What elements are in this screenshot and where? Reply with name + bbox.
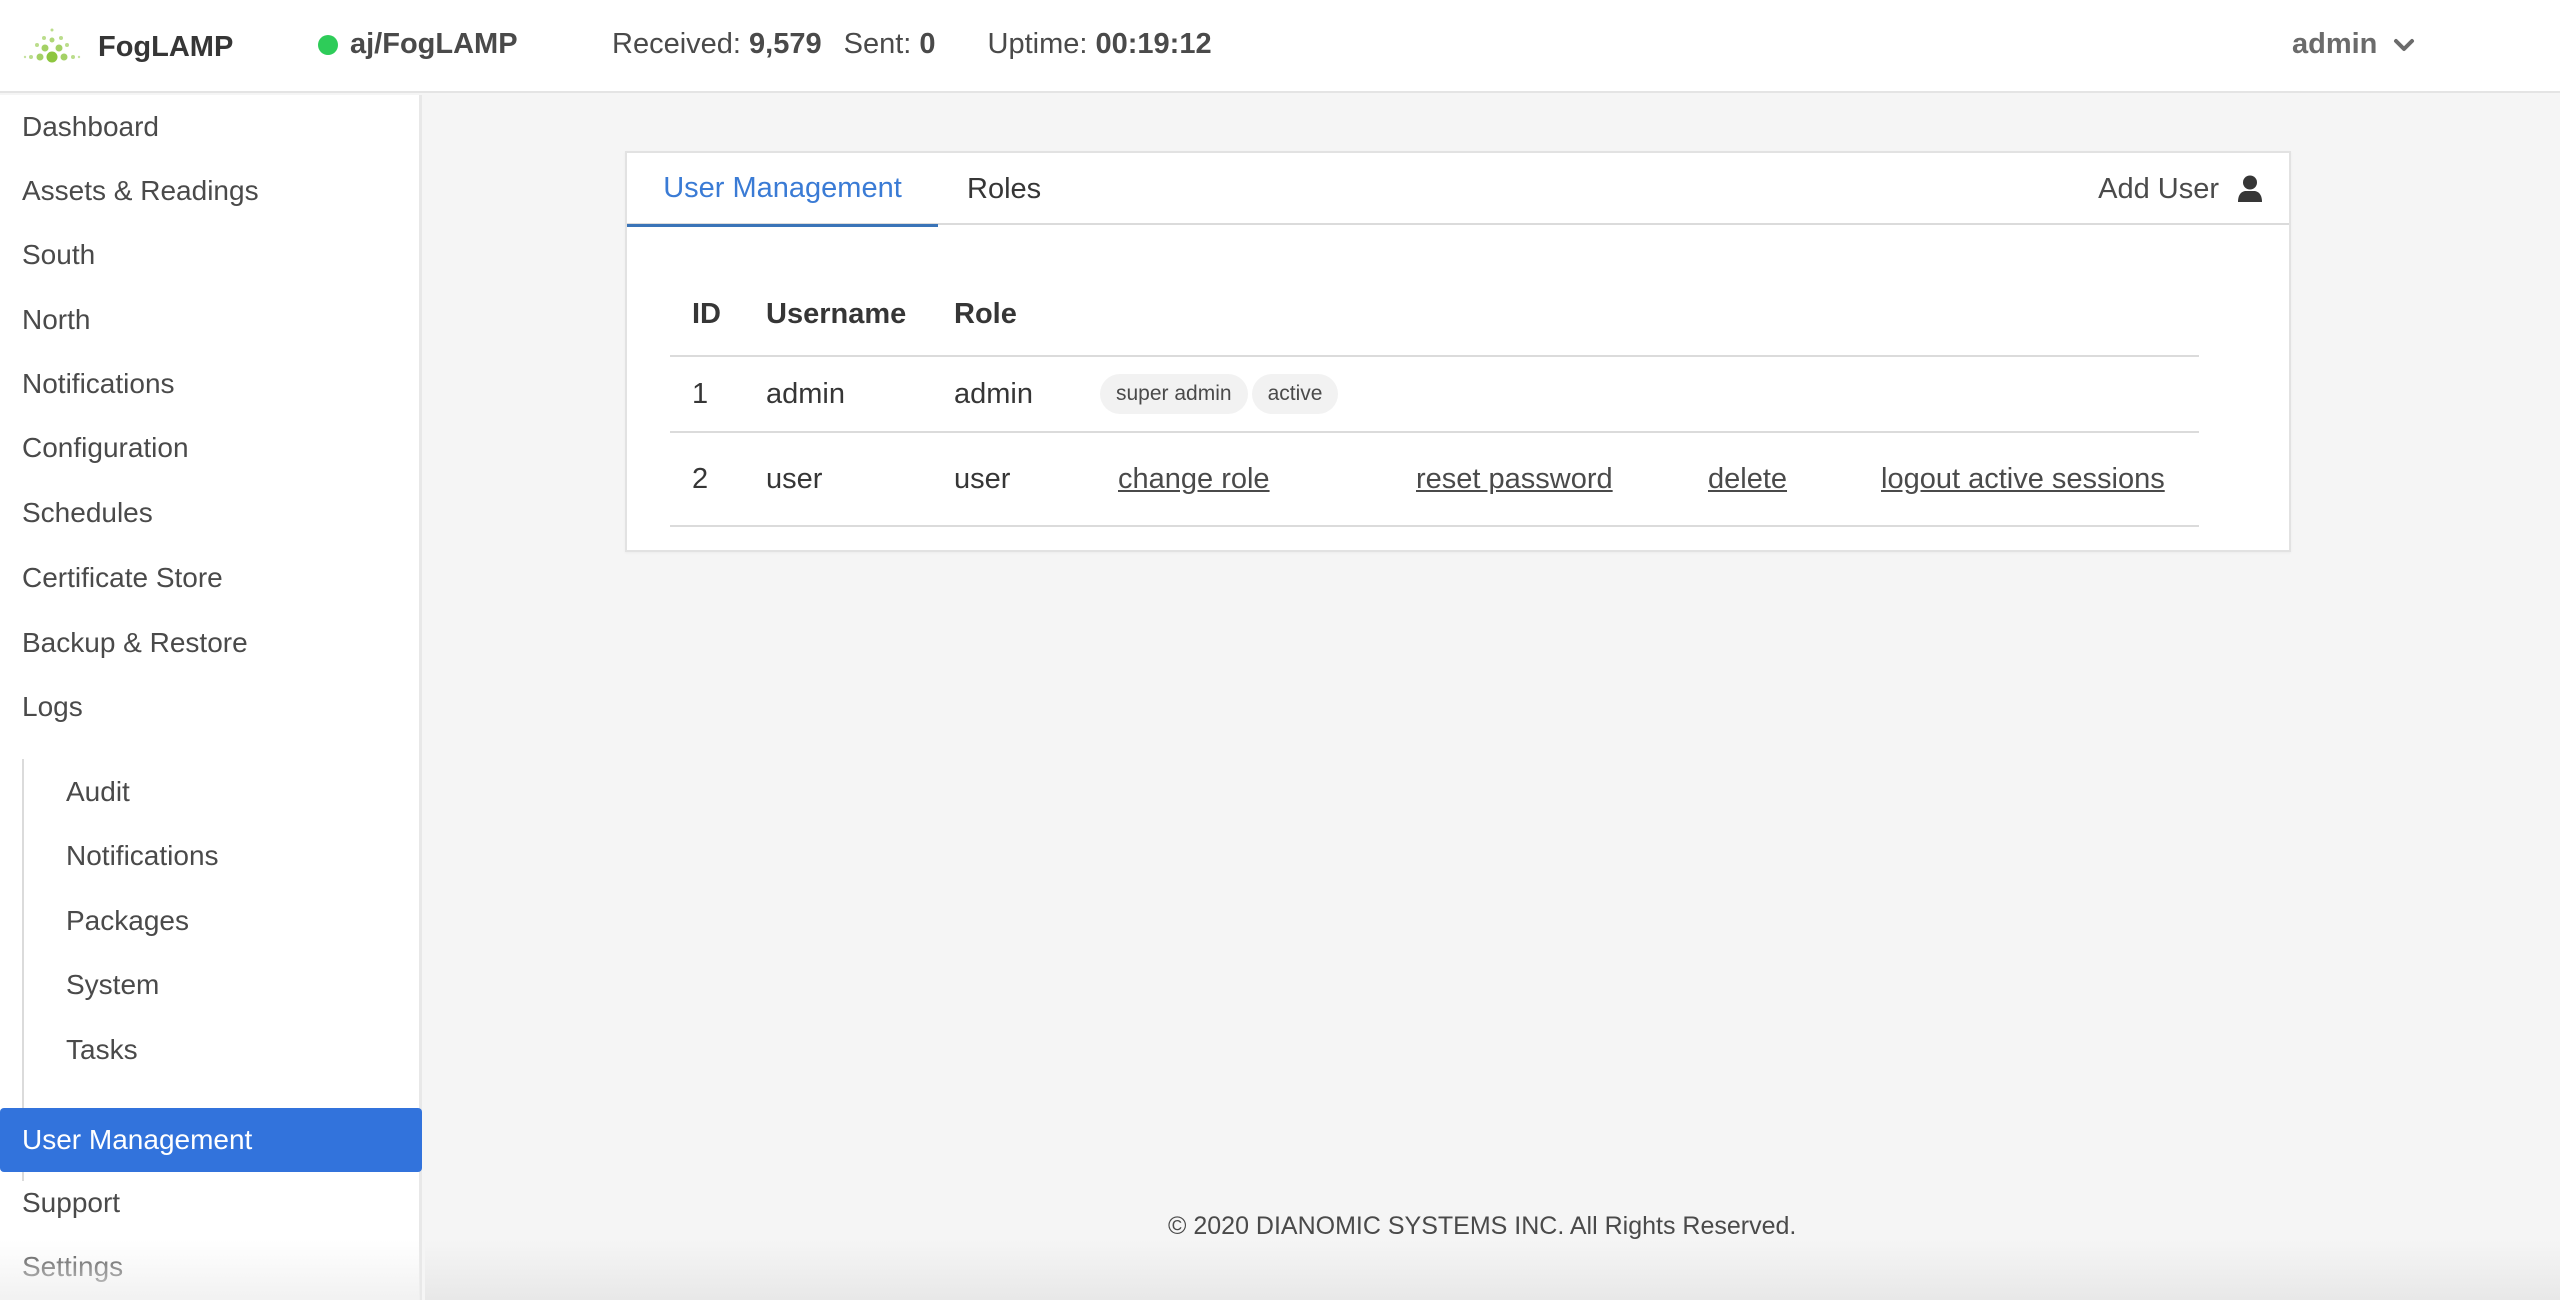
cell-username: user	[766, 462, 823, 495]
sidebar-item-configuration[interactable]: Configuration	[0, 416, 422, 480]
sidebar-subitem-packages[interactable]: Packages	[24, 889, 402, 953]
sidebar-item-logs[interactable]: Logs	[0, 675, 422, 739]
add-user-label: Add User	[2098, 172, 2219, 205]
received-label: Received:	[612, 28, 741, 60]
table-row: 1 admin admin super admin active	[670, 357, 2199, 433]
header-id: ID	[692, 297, 721, 330]
stats-bar: Received: 9,579 Sent: 0 Uptime: 00:19:12	[612, 28, 1234, 61]
footer-copyright: © 2020 DIANOMIC SYSTEMS INC. All Rights …	[1168, 1212, 1797, 1240]
brand-name: FogLAMP	[98, 30, 234, 63]
sidebar-subitem-system[interactable]: System	[24, 953, 402, 1017]
sidebar-item-backup-restore[interactable]: Backup & Restore	[0, 611, 422, 675]
cell-role: admin	[954, 377, 1033, 410]
cell-tags: super admin active	[1100, 357, 1342, 431]
sidebar-item-certificate-store[interactable]: Certificate Store	[0, 546, 422, 610]
cell-id: 1	[692, 377, 709, 410]
cell-username: admin	[766, 377, 845, 410]
top-navbar: FogLAMP aj/FogLAMP Received: 9,579 Sent:…	[0, 0, 2560, 93]
cell-role: user	[954, 462, 1011, 495]
uptime-label: Uptime:	[987, 28, 1088, 60]
sidebar-item-user-management[interactable]: User Management	[0, 1108, 422, 1172]
chevron-down-icon	[2394, 38, 2415, 51]
table-header: ID Username Role	[670, 273, 2199, 357]
user-icon	[2238, 175, 2262, 202]
header-username: Username	[766, 297, 907, 330]
delete-cell: delete	[1708, 433, 1787, 525]
status-dot-icon	[318, 34, 338, 55]
uptime-value: 00:19:12	[1095, 28, 1212, 60]
delete-user-link[interactable]: delete	[1708, 463, 1787, 496]
user-management-card: User Management Roles Add User ID Userna…	[625, 151, 2291, 552]
sent-value: 0	[919, 28, 936, 60]
super-admin-badge: super admin	[1100, 374, 1248, 414]
sidebar-item-dashboard[interactable]: Dashboard	[0, 95, 422, 159]
sent-label: Sent:	[843, 28, 912, 60]
sidebar-item-north[interactable]: North	[0, 288, 422, 352]
sidebar-subitem-tasks[interactable]: Tasks	[24, 1018, 402, 1082]
sidebar-subitem-audit[interactable]: Audit	[24, 760, 402, 824]
sent-stat: Sent: 0	[844, 28, 936, 61]
users-table: ID Username Role 1 admin admin super adm…	[670, 273, 2199, 527]
tab-user-management[interactable]: User Management	[627, 153, 938, 227]
logout-sessions-cell: logout active sessions	[1881, 433, 2165, 525]
received-stat: Received: 9,579	[612, 28, 822, 61]
sidebar-item-assets-readings[interactable]: Assets & Readings	[0, 159, 422, 223]
cell-id: 2	[692, 462, 709, 495]
brand[interactable]: FogLAMP	[22, 24, 233, 70]
table-row: 2 user user change role reset password d…	[670, 433, 2199, 527]
active-badge: active	[1251, 374, 1339, 414]
tab-roles[interactable]: Roles	[967, 153, 1041, 225]
sidebar-item-settings[interactable]: Settings	[0, 1235, 422, 1299]
instance-indicator: aj/FogLAMP	[318, 28, 518, 61]
sidebar-item-notifications[interactable]: Notifications	[0, 352, 422, 416]
sidebar-item-schedules[interactable]: Schedules	[0, 481, 422, 545]
user-menu-dropdown[interactable]: admin	[2292, 28, 2415, 61]
sidebar-item-support[interactable]: Support	[0, 1171, 422, 1235]
user-menu-label: admin	[2292, 28, 2378, 60]
sidebar-item-south[interactable]: South	[0, 223, 422, 287]
change-role-link[interactable]: change role	[1118, 463, 1270, 496]
reset-password-link[interactable]: reset password	[1416, 463, 1613, 496]
instance-name: aj/FogLAMP	[350, 28, 518, 60]
reset-password-cell: reset password	[1416, 433, 1613, 525]
received-value: 9,579	[749, 28, 822, 60]
sidebar: Dashboard Assets & Readings South North …	[0, 95, 422, 1300]
tabs-bar: User Management Roles Add User	[627, 153, 2289, 227]
logout-active-sessions-link[interactable]: logout active sessions	[1881, 463, 2165, 496]
header-role: Role	[954, 297, 1017, 330]
uptime-stat: Uptime: 00:19:12	[988, 28, 1212, 61]
change-role-cell: change role	[1118, 433, 1270, 525]
add-user-button[interactable]: Add User	[2098, 153, 2263, 225]
sidebar-subitem-notifications[interactable]: Notifications	[24, 824, 402, 888]
foglamp-logo-icon	[22, 24, 82, 70]
main-fade	[425, 1240, 2560, 1300]
